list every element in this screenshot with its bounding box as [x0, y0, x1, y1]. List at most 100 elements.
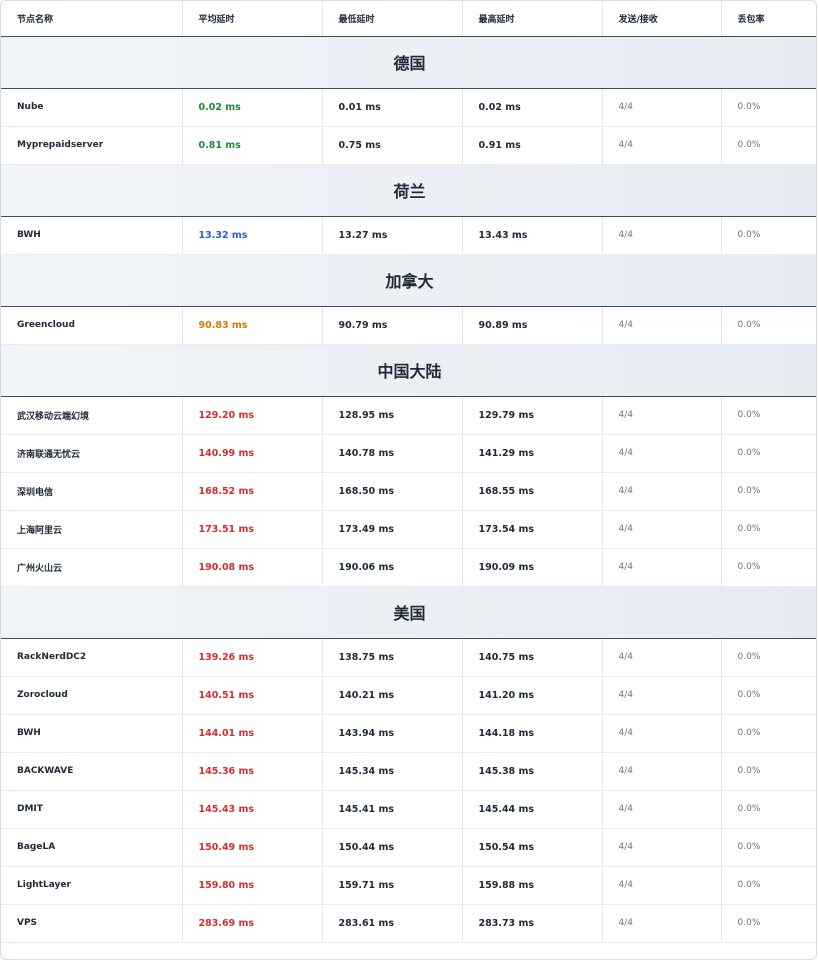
sent-received-cell: 4/4 [602, 752, 722, 791]
avg-latency-cell: 168.52 ms [182, 472, 323, 511]
table-row: BWH 144.01 ms 143.94 ms 144.18 ms 4/4 0.0% [1, 714, 816, 753]
avg-latency-cell: 0.81 ms [182, 126, 323, 165]
max-latency-cell: 141.20 ms [462, 676, 603, 715]
region-title: 美国 [1, 586, 816, 639]
max-latency-cell: 150.54 ms [462, 828, 603, 867]
max-latency-cell: 145.38 ms [462, 752, 603, 791]
max-latency-cell: 159.88 ms [462, 866, 603, 905]
packet-loss-cell: 0.0% [721, 126, 816, 165]
max-latency-cell: 168.55 ms [462, 472, 603, 511]
sent-received-cell: 4/4 [602, 866, 722, 905]
packet-loss-cell: 0.0% [721, 790, 816, 829]
sent-received-cell: 4/4 [602, 396, 722, 435]
max-latency-cell: 144.18 ms [462, 714, 603, 753]
avg-latency-cell: 283.69 ms [182, 904, 323, 943]
region-title: 荷兰 [1, 164, 816, 217]
node-name-cell: Nube [1, 88, 183, 127]
packet-loss-cell: 0.0% [721, 510, 816, 549]
node-name-cell: Zorocloud [1, 676, 183, 715]
node-name-cell: 上海阿里云 [1, 510, 183, 549]
packet-loss-cell: 0.0% [721, 828, 816, 867]
avg-latency-cell: 190.08 ms [182, 548, 323, 587]
max-latency-cell: 90.89 ms [462, 306, 603, 345]
sent-received-cell: 4/4 [602, 548, 722, 587]
column-header-avg-latency[interactable]: 平均延时 [182, 1, 323, 37]
min-latency-cell: 0.75 ms [322, 126, 463, 165]
table-row: 上海阿里云 173.51 ms 173.49 ms 173.54 ms 4/4 0.0% [1, 510, 816, 549]
table-row: LightLayer 159.80 ms 159.71 ms 159.88 ms 4/4… [1, 866, 816, 905]
sent-received-cell: 4/4 [602, 434, 722, 473]
region-header-row: 荷兰 [1, 164, 816, 217]
node-name-cell: 深圳电信 [1, 472, 183, 511]
packet-loss-cell: 0.0% [721, 548, 816, 587]
sent-received-cell: 4/4 [602, 472, 722, 511]
avg-latency-cell: 140.51 ms [182, 676, 323, 715]
table-row: Greencloud 90.83 ms 90.79 ms 90.89 ms 4/4 0.0… [1, 306, 816, 345]
packet-loss-cell: 0.0% [721, 216, 816, 255]
avg-latency-cell: 145.36 ms [182, 752, 323, 791]
packet-loss-cell: 0.0% [721, 904, 816, 943]
packet-loss-cell: 0.0% [721, 88, 816, 127]
max-latency-cell: 13.43 ms [462, 216, 603, 255]
node-name-cell: 广州火山云 [1, 548, 183, 587]
avg-latency-cell: 139.26 ms [182, 638, 323, 677]
min-latency-cell: 159.71 ms [322, 866, 463, 905]
max-latency-cell: 0.02 ms [462, 88, 603, 127]
min-latency-cell: 140.21 ms [322, 676, 463, 715]
region-header-row: 中国大陆 [1, 344, 816, 397]
column-header-packet-loss[interactable]: 丢包率 [721, 1, 816, 37]
node-name-cell: BWH [1, 714, 183, 753]
sent-received-cell: 4/4 [602, 638, 722, 677]
node-name-cell: LightLayer [1, 866, 183, 905]
sent-received-cell: 4/4 [602, 904, 722, 943]
table-row: DMIT 145.43 ms 145.41 ms 145.44 ms 4/4 0.0% [1, 790, 816, 829]
sent-received-cell: 4/4 [602, 790, 722, 829]
avg-latency-cell: 173.51 ms [182, 510, 323, 549]
table-row: RackNerdDC2 139.26 ms 138.75 ms 140.75 ms 4/… [1, 638, 816, 677]
avg-latency-cell: 150.49 ms [182, 828, 323, 867]
node-name-cell: RackNerdDC2 [1, 638, 183, 677]
node-name-cell: 武汉移动云端幻境 [1, 396, 183, 435]
min-latency-cell: 173.49 ms [322, 510, 463, 549]
column-header-sent-received[interactable]: 发送/接收 [602, 1, 722, 37]
column-header-max-latency[interactable]: 最高延时 [462, 1, 603, 37]
packet-loss-cell: 0.0% [721, 396, 816, 435]
packet-loss-cell: 0.0% [721, 638, 816, 677]
region-title: 加拿大 [1, 254, 816, 307]
node-name-cell: DMIT [1, 790, 183, 829]
min-latency-cell: 150.44 ms [322, 828, 463, 867]
sent-received-cell: 4/4 [602, 88, 722, 127]
node-name-cell: Greencloud [1, 306, 183, 345]
sent-received-cell: 4/4 [602, 216, 722, 255]
min-latency-cell: 145.41 ms [322, 790, 463, 829]
region-header-row: 德国 [1, 36, 816, 89]
min-latency-cell: 140.78 ms [322, 434, 463, 473]
table-row: BageLA 150.49 ms 150.44 ms 150.54 ms 4/4 0.0% [1, 828, 816, 867]
column-header-node-name[interactable]: 节点名称 [1, 1, 183, 37]
sent-received-cell: 4/4 [602, 828, 722, 867]
packet-loss-cell: 0.0% [721, 472, 816, 511]
table-body: 德国 Nube 0.02 ms 0.01 ms 0.02 ms 4/4 0.0% Myprep… [1, 36, 816, 943]
max-latency-cell: 283.73 ms [462, 904, 603, 943]
region-title: 中国大陆 [1, 344, 816, 397]
min-latency-cell: 13.27 ms [322, 216, 463, 255]
node-name-cell: Myprepaidserver [1, 126, 183, 165]
latency-table-card: 节点名称 平均延时 最低延时 最高延时 发送/接收 丢包率 德国 Nube 0.02… [0, 0, 817, 960]
node-name-cell: BACKWAVE [1, 752, 183, 791]
table-row: Zorocloud 140.51 ms 140.21 ms 141.20 ms 4/4 0… [1, 676, 816, 715]
column-header-min-latency[interactable]: 最低延时 [322, 1, 463, 37]
packet-loss-cell: 0.0% [721, 752, 816, 791]
table-header-row: 节点名称 平均延时 最低延时 最高延时 发送/接收 丢包率 [1, 1, 816, 37]
min-latency-cell: 0.01 ms [322, 88, 463, 127]
table-row: 广州火山云 190.08 ms 190.06 ms 190.09 ms 4/4 0.0% [1, 548, 816, 587]
node-name-cell: BageLA [1, 828, 183, 867]
node-name-cell: VPS [1, 904, 183, 943]
max-latency-cell: 173.54 ms [462, 510, 603, 549]
packet-loss-cell: 0.0% [721, 866, 816, 905]
min-latency-cell: 128.95 ms [322, 396, 463, 435]
min-latency-cell: 90.79 ms [322, 306, 463, 345]
avg-latency-cell: 159.80 ms [182, 866, 323, 905]
sent-received-cell: 4/4 [602, 510, 722, 549]
max-latency-cell: 141.29 ms [462, 434, 603, 473]
avg-latency-cell: 0.02 ms [182, 88, 323, 127]
